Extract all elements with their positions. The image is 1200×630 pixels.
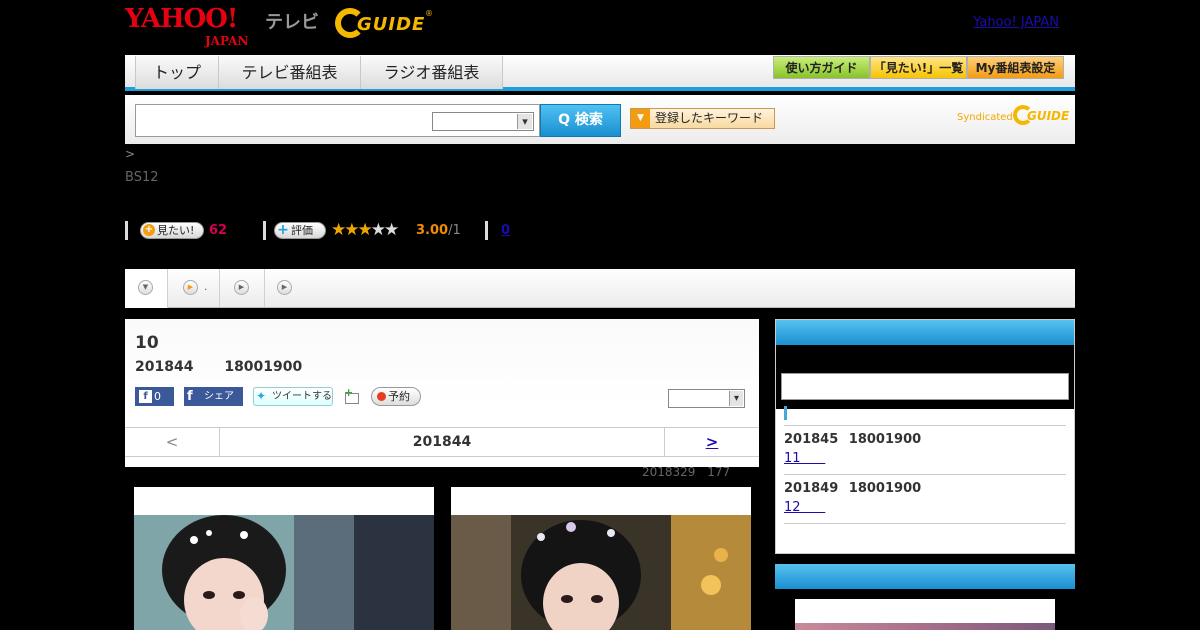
program-tabs: ▼ ▶ . ▶ ▶ — [125, 269, 1075, 308]
episode-link[interactable]: 11 — [784, 451, 825, 466]
chevron-down-icon: ▼ — [138, 280, 153, 295]
play-icon: ▶ — [183, 280, 198, 295]
yahoo-japan-link[interactable]: Yahoo! JAPAN — [973, 15, 1059, 30]
facebook-like-count: 0 — [154, 390, 161, 403]
rate-label: 評価 — [291, 224, 313, 237]
episode-image[interactable] — [451, 487, 751, 630]
broadcast-datetime: 201849 18001900 — [784, 481, 922, 496]
syndicated-label: Syndicated — [957, 112, 1013, 123]
episode-link[interactable]: 12 — [784, 500, 825, 515]
want-to-watch-label: 見たい! — [157, 224, 195, 237]
upcoming-broadcasts-box: 201845 18001900 11 201849 18001900 12 — [775, 319, 1075, 554]
rate-button[interactable]: + 評価 — [274, 222, 326, 239]
rating-row: + 見たい! 62 + 評価 ★★★★★ 3.00/1 0 — [125, 220, 625, 242]
search-button[interactable]: Q 検索 — [540, 104, 621, 137]
reserve-button[interactable]: 予約 — [371, 387, 421, 406]
tab-cast[interactable]: ▶ — [220, 269, 265, 307]
star-rating: ★★★★★ — [331, 220, 400, 240]
breadcrumb[interactable]: > — [125, 147, 135, 161]
related-box — [775, 564, 1075, 630]
related-image[interactable] — [795, 599, 1055, 630]
syndicated-gguide-logo: Syndicated GUIDE — [957, 105, 1069, 129]
main-nav: トップ テレビ番組表 ラジオ番組表 使い方ガイド 「見たい!」一覧 My番組表設… — [125, 55, 1075, 91]
episode-panel: 10 201844 18001900 f0 f シェア ✦ ツイートする + 予… — [125, 319, 759, 467]
want-to-watch-count: 62 — [209, 223, 228, 238]
saved-keywords-label: 登録したキーワード — [655, 111, 764, 125]
episode-select[interactable] — [668, 389, 745, 408]
star-icon-empty: ★★ — [370, 220, 400, 240]
tv-service-label: テレビ — [265, 12, 319, 33]
score-value: 3.00 — [416, 223, 449, 238]
yahoo-logo-japan: JAPAN — [205, 34, 249, 48]
facebook-share-label: シェア — [204, 391, 234, 402]
tab-related[interactable]: ▶ — [265, 269, 305, 307]
triangle-down-icon: ▼ — [631, 109, 650, 128]
sidebar-input[interactable] — [781, 373, 1069, 400]
episode-number: 10 — [135, 333, 159, 353]
sidebar-header — [776, 320, 1074, 345]
tweet-button[interactable]: ✦ ツイートする — [253, 387, 333, 406]
channel-name: BS12 — [125, 170, 159, 185]
usage-guide-button[interactable]: 使い方ガイド — [773, 56, 870, 79]
episode-pager: < 201844 > — [125, 427, 759, 457]
broadcast-datetime: 201845 18001900 — [784, 432, 922, 447]
pager-next[interactable]: > — [664, 428, 759, 456]
comments-count-link[interactable]: 0 — [501, 223, 510, 238]
nav-tab-radio-schedule[interactable]: ラジオ番組表 — [361, 56, 503, 89]
plus-icon: + — [344, 386, 354, 399]
update-meta: 2018329 177 — [642, 465, 731, 479]
play-icon: ▶ — [234, 280, 249, 295]
plus-icon: + — [143, 224, 155, 236]
nav-tab-tv-schedule[interactable]: テレビ番組表 — [219, 56, 361, 89]
registered-mark: ® — [425, 9, 433, 18]
tab-label: . — [204, 280, 208, 293]
broadcast-datetime: 201844 18001900 — [135, 359, 303, 375]
section-marker — [784, 406, 787, 420]
list-item: 201849 18001900 12 — [784, 474, 1066, 523]
episode-photo — [134, 515, 434, 630]
want-to-watch-button[interactable]: + 見たい! — [140, 222, 204, 239]
my-schedule-settings-button[interactable]: My番組表設定 — [967, 56, 1064, 79]
related-header — [775, 564, 1075, 589]
gguide-logo[interactable]: GUIDE ® — [335, 6, 433, 40]
reserve-label: 予約 — [388, 390, 410, 403]
tab-episodes[interactable]: ▶ . — [168, 269, 220, 307]
site-header: YAHOO! JAPAN テレビ GUIDE ® Yahoo! JAPAN — [125, 0, 1075, 55]
list-item: 201845 18001900 11 — [784, 425, 1066, 474]
episode-photo — [451, 515, 751, 630]
tweet-label: ツイートする — [272, 391, 332, 402]
facebook-like-button[interactable]: f0 — [135, 387, 174, 406]
play-icon: ▶ — [277, 280, 292, 295]
add-calendar-icon[interactable]: + — [344, 386, 360, 405]
facebook-share-button[interactable]: f シェア — [184, 387, 243, 406]
divider — [485, 221, 488, 240]
divider — [125, 221, 128, 240]
score-count: /1 — [448, 223, 461, 238]
plus-icon: + — [277, 222, 289, 238]
related-photo — [795, 623, 1055, 630]
rating-score: 3.00/1 — [416, 223, 461, 238]
search-category-select[interactable] — [432, 112, 534, 131]
tab-overview[interactable]: ▼ — [125, 269, 168, 308]
divider — [784, 523, 1066, 524]
twitter-bird-icon: ✦ — [256, 389, 267, 403]
episode-image[interactable] — [134, 487, 434, 630]
record-dot-icon — [377, 392, 386, 401]
facebook-icon: f — [187, 389, 193, 404]
divider — [263, 221, 266, 240]
facebook-icon: f — [139, 390, 152, 403]
gguide-logo-text: GUIDE — [357, 14, 426, 35]
search-bar: Q 検索 ▼ 登録したキーワード Syndicated GUIDE — [125, 95, 1075, 144]
watchlist-button[interactable]: 「見たい!」一覧 — [870, 56, 967, 79]
syndicated-logo-text: GUIDE — [1027, 109, 1070, 123]
pager-prev[interactable]: < — [125, 428, 220, 456]
saved-keywords-button[interactable]: ▼ 登録したキーワード — [630, 108, 775, 129]
pager-current-date: 201844 — [412, 434, 472, 450]
nav-tab-top[interactable]: トップ — [135, 56, 219, 89]
yahoo-japan-logo[interactable]: YAHOO! JAPAN — [125, 6, 248, 48]
search-button-label: Q 検索 — [558, 112, 603, 128]
star-icon-filled: ★★★ — [331, 220, 373, 240]
